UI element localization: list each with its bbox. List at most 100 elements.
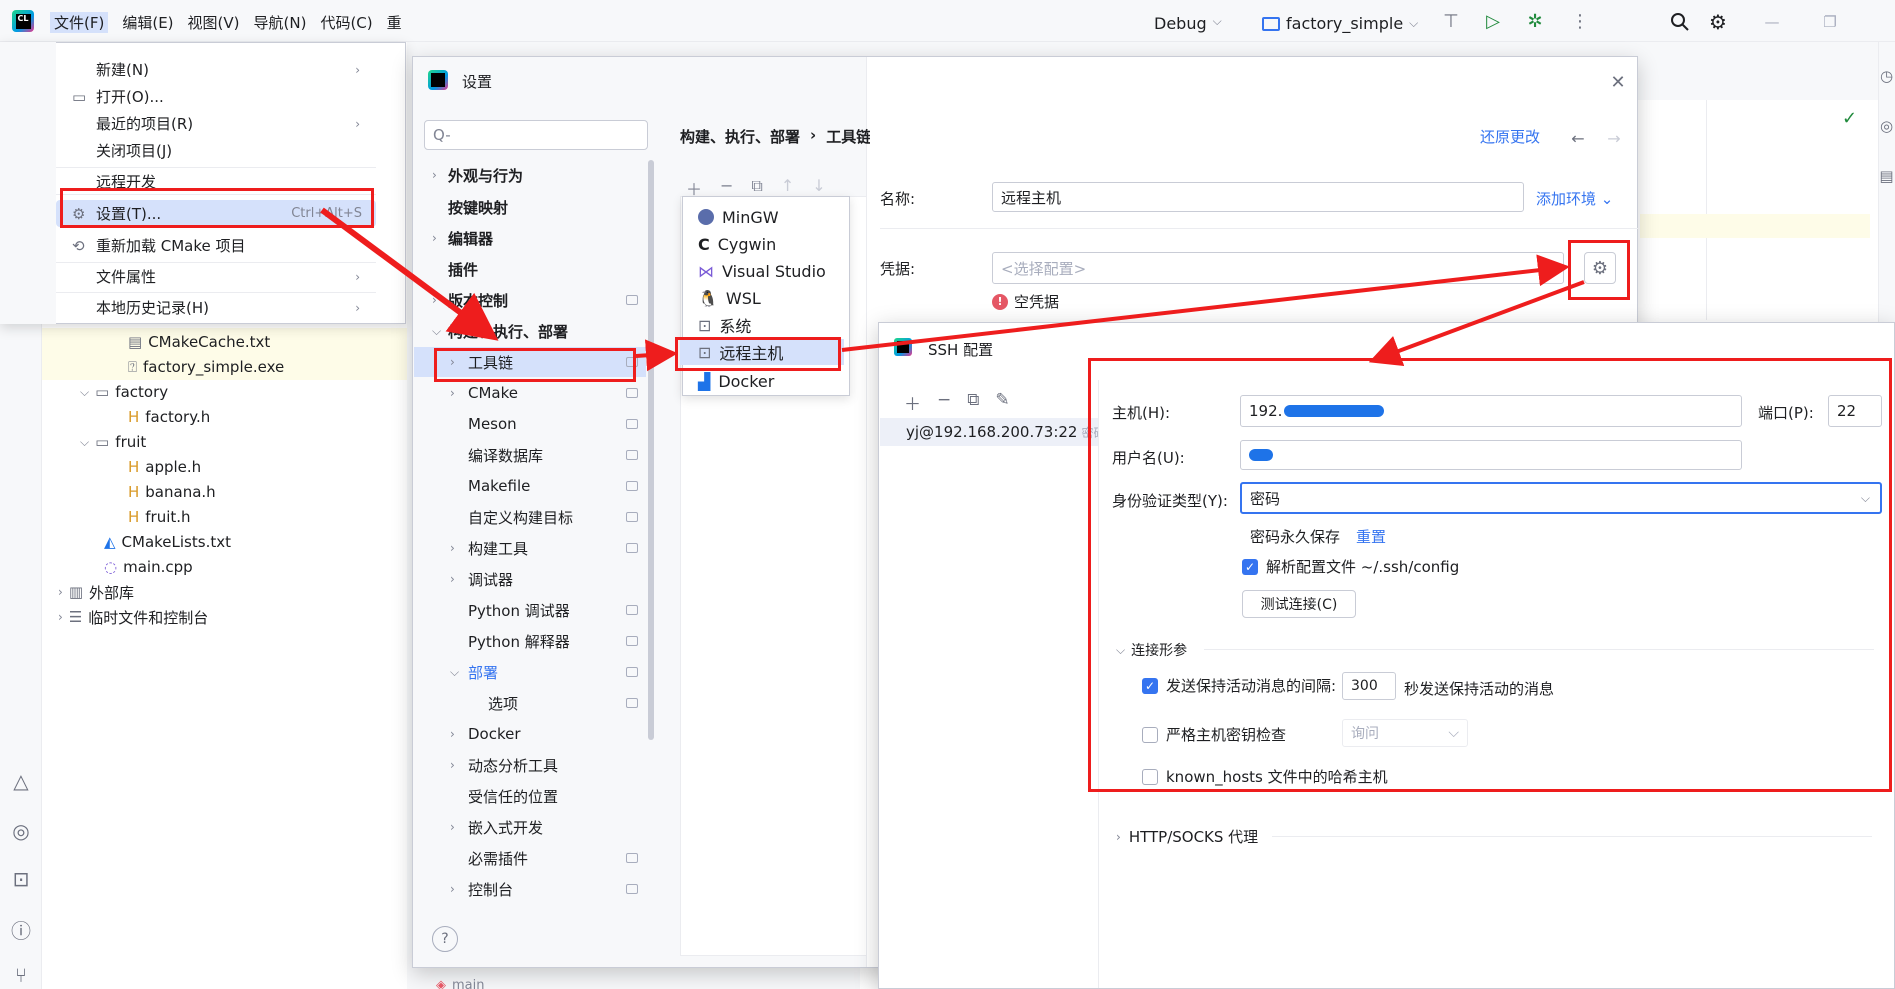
tree-item[interactable]: Hfactory.h <box>128 405 210 429</box>
check-icon[interactable]: ✓ <box>1142 677 1158 694</box>
search-icon[interactable] <box>1668 10 1692 34</box>
credentials-dropdown[interactable]: <选择配置> <box>992 252 1564 284</box>
tree-item[interactable]: › ▥ 外部库 <box>58 580 134 604</box>
username-input[interactable] <box>1240 440 1742 470</box>
menu-item-new[interactable]: 新建(N) › <box>56 56 376 83</box>
git-icon[interactable]: ⑂ <box>6 960 36 989</box>
auth-type-dropdown[interactable]: 密码 ⌵ <box>1240 482 1882 514</box>
remove-icon[interactable]: − <box>937 390 951 415</box>
settings-item-cmake[interactable]: › CMake <box>450 378 638 408</box>
toolchain-option-visual-studio[interactable]: ⋈ Visual Studio <box>698 258 826 284</box>
toolchain-option-cygwin[interactable]: C Cygwin <box>698 231 776 257</box>
settings-item-plugins[interactable]: 插件 <box>448 254 478 284</box>
tree-item[interactable]: Happle.h <box>128 455 201 479</box>
settings-item-docker[interactable]: › Docker <box>450 719 521 749</box>
database-icon[interactable]: ▤ <box>1878 164 1895 188</box>
settings-item-editor[interactable]: › 编辑器 <box>432 223 493 253</box>
checkbox-unchecked[interactable] <box>1142 768 1158 785</box>
menu-file[interactable]: 文件(F) <box>50 12 109 33</box>
settings-item-makefile[interactable]: Makefile <box>468 471 638 501</box>
restore-icon[interactable]: ❐ <box>1818 10 1842 34</box>
cmake-icon[interactable]: △ <box>6 766 36 796</box>
settings-item-python-debugger[interactable]: Python 调试器 <box>468 595 638 625</box>
settings-scrollbar[interactable] <box>648 160 654 740</box>
toolchain-option-mingw[interactable]: MinGW <box>698 204 779 230</box>
reset-link[interactable]: 还原更改 <box>1480 126 1540 147</box>
menu-navigate[interactable]: 导航(N) <box>254 12 307 33</box>
host-input[interactable]: 192. <box>1240 395 1742 427</box>
settings-item-embedded[interactable]: › 嵌入式开发 <box>450 812 543 842</box>
menu-item-file-properties[interactable]: 文件属性 › <box>56 263 376 290</box>
services-icon[interactable]: ◎ <box>6 816 36 846</box>
tree-item[interactable]: ⌵ ▭ fruit <box>80 430 146 454</box>
settings-item-trusted-locations[interactable]: 受信任的位置 <box>468 781 558 811</box>
notifications-icon[interactable]: ◷ <box>1878 64 1895 88</box>
debug-icon[interactable]: ✲ <box>1524 10 1546 32</box>
tree-item[interactable]: › ☰ 临时文件和控制台 <box>58 605 208 629</box>
settings-item-vcs[interactable]: › 版本控制 <box>432 285 638 315</box>
tree-item[interactable]: ▤ CMakeCache.txt <box>128 330 270 354</box>
settings-item-console[interactable]: › 控制台 <box>450 874 638 904</box>
credentials-gear-button[interactable]: ⚙ <box>1584 252 1616 284</box>
menu-item-reload-cmake[interactable]: ⟲ 重新加载 CMake 项目 <box>56 232 376 259</box>
settings-item-dynamic-analysis[interactable]: › 动态分析工具 <box>450 750 558 780</box>
toolchain-option-docker[interactable]: ▟ Docker <box>698 368 774 394</box>
settings-item-meson[interactable]: Meson <box>468 409 638 439</box>
keepalive-input[interactable]: 300 <box>1342 672 1396 700</box>
toolchain-option-remote-host[interactable]: ⊡ 远程主机 <box>680 339 844 365</box>
toolchain-option-system[interactable]: ⊡ 系统 <box>698 312 751 338</box>
gear-icon[interactable]: ⚙ <box>1706 10 1730 34</box>
menu-edit[interactable]: 编辑(E) <box>122 12 173 33</box>
back-arrow-icon[interactable]: ← <box>1568 128 1588 148</box>
menu-item-recent[interactable]: 最近的项目(R) › <box>56 110 376 137</box>
connection-params-section[interactable]: ⌵ 连接形参 <box>1116 640 1187 660</box>
problems-icon[interactable]: ⓘ <box>6 914 36 944</box>
tree-item[interactable]: Hfruit.h <box>128 505 191 529</box>
settings-item-custom-targets[interactable]: 自定义构建目标 <box>468 502 638 532</box>
strict-host-key-dropdown[interactable]: 询问 ⌵ <box>1342 719 1468 747</box>
project-config-dropdown[interactable]: factory_simple ⌵ <box>1262 14 1418 33</box>
menu-more[interactable]: 重 <box>387 12 402 33</box>
toolchain-option-wsl[interactable]: 🐧 WSL <box>698 285 761 311</box>
tree-item[interactable]: ⍰ factory_simple.exe <box>128 355 284 379</box>
copy-icon[interactable]: ⧉ <box>967 390 979 415</box>
tree-item[interactable]: ◭ CMakeLists.txt <box>104 530 231 554</box>
proxy-section[interactable]: › HTTP/SOCKS 代理 <box>1116 826 1258 847</box>
menu-item-remote-dev[interactable]: 远程开发 <box>56 168 376 195</box>
check-icon[interactable]: ✓ <box>1242 558 1258 575</box>
menu-item-local-history[interactable]: 本地历史记录(H) › <box>56 294 376 321</box>
ai-icon[interactable]: ◎ <box>1878 114 1895 138</box>
tree-item[interactable]: ◌ main.cpp <box>104 555 193 579</box>
settings-item-options[interactable]: 选项 <box>488 688 638 718</box>
menu-code[interactable]: 代码(C) <box>320 12 372 33</box>
menu-item-open[interactable]: ▭ 打开(O)... <box>56 83 376 110</box>
add-environment-link[interactable]: 添加环境 ⌄ <box>1536 188 1613 209</box>
settings-item-compilation-db[interactable]: 编译数据库 <box>468 440 638 470</box>
settings-item-build[interactable]: ⌵ 构建、执行、部署 <box>432 316 568 346</box>
terminal-icon[interactable]: ⊡ <box>6 864 36 894</box>
tree-item[interactable]: ⌵ ▭ factory <box>80 380 168 404</box>
settings-item-python-interpreter[interactable]: Python 解释器 <box>468 626 638 656</box>
settings-item-deployment[interactable]: ⌵ 部署 <box>450 657 638 687</box>
help-icon[interactable]: ? <box>432 926 458 952</box>
menu-item-settings[interactable]: ⚙ 设置(T)... Ctrl+Alt+S <box>56 200 376 227</box>
settings-search-input[interactable]: Q- <box>424 120 648 150</box>
close-icon[interactable]: ✕ <box>1608 72 1628 93</box>
name-input[interactable]: 远程主机 <box>992 182 1524 212</box>
forward-arrow-icon[interactable]: → <box>1604 128 1624 148</box>
minimize-icon[interactable]: — <box>1760 10 1784 34</box>
menu-view[interactable]: 视图(V) <box>188 12 240 33</box>
edit-icon[interactable]: ✎ <box>995 390 1009 415</box>
run-icon[interactable]: ▷ <box>1482 10 1504 32</box>
port-input[interactable]: 22 <box>1828 395 1882 427</box>
checkbox-unchecked[interactable] <box>1142 726 1158 743</box>
menu-item-close-project[interactable]: 关闭项目(J) <box>56 137 376 164</box>
hammer-icon[interactable]: ⊤ <box>1440 10 1462 32</box>
parse-config-checkbox-row[interactable]: ✓ 解析配置文件 ~/.ssh/config <box>1242 556 1459 577</box>
run-config-dropdown[interactable]: Debug ⌵ <box>1154 14 1222 33</box>
settings-item-keymap[interactable]: 按键映射 <box>448 192 508 222</box>
tree-item[interactable]: Hbanana.h <box>128 480 216 504</box>
settings-item-toolchains[interactable]: › 工具链 <box>450 347 638 377</box>
settings-item-appearance[interactable]: › 外观与行为 <box>432 160 523 190</box>
reset-password-link[interactable]: 重置 <box>1356 526 1386 547</box>
